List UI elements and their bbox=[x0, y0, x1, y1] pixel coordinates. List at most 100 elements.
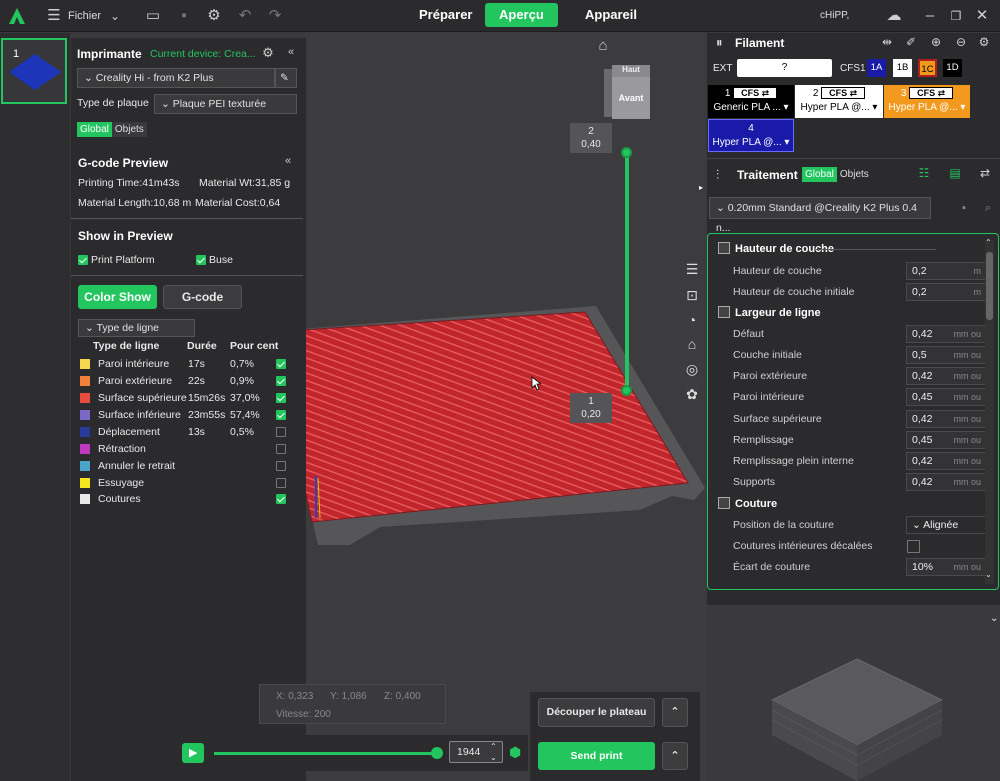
scroll-up-icon[interactable]: ⌃ bbox=[985, 238, 992, 247]
process-profile-select[interactable]: ⌄ 0.20mm Standard @Creality K2 Plus 0.4 … bbox=[709, 197, 931, 234]
send-options-button[interactable]: ⌃ bbox=[662, 742, 688, 770]
save-profile-icon[interactable]: ▪ bbox=[954, 198, 974, 218]
process-swap-icon[interactable]: ⇄ bbox=[975, 163, 995, 183]
home-view-icon[interactable]: ⌂ bbox=[593, 36, 613, 56]
filament-settings-icon[interactable]: ⚙ bbox=[974, 32, 994, 52]
ext-slot[interactable]: ? bbox=[737, 59, 832, 77]
setting-input[interactable]: 0,45 mm ou bbox=[906, 388, 986, 406]
redo-icon[interactable]: ↷ bbox=[265, 6, 285, 26]
cfs-slot-1d[interactable]: 1D bbox=[943, 59, 962, 77]
setting-input[interactable]: 0,42 mm ou bbox=[906, 452, 986, 470]
view-cube[interactable]: Haut Avant bbox=[604, 65, 650, 119]
process-scope-global[interactable]: Global bbox=[802, 167, 837, 182]
restore-icon[interactable]: ❐ bbox=[946, 6, 966, 26]
move-slider-track[interactable] bbox=[214, 752, 438, 755]
legend-checkbox[interactable] bbox=[276, 478, 286, 488]
layers-stack-icon[interactable]: ⬢ bbox=[509, 744, 521, 761]
filament-slot-2[interactable]: 2 CFS ⇄ Hyper PLA @... ▾ bbox=[795, 85, 883, 118]
line-type-select[interactable]: ⌄ Type de ligne bbox=[78, 319, 195, 337]
user-name[interactable]: cHiPP, bbox=[820, 10, 849, 21]
expand-right-icon[interactable]: ▸ bbox=[699, 183, 703, 192]
filament-slot-1[interactable]: 1 CFS ⇄ Generic PLA ... ▾ bbox=[708, 85, 794, 118]
legend-checkbox[interactable] bbox=[276, 494, 286, 504]
printer-settings-icon[interactable]: ⚙ bbox=[258, 43, 278, 63]
process-list-icon[interactable]: ☷ bbox=[914, 163, 934, 183]
legend-checkbox[interactable] bbox=[276, 376, 286, 386]
close-icon[interactable]: ✕ bbox=[972, 6, 992, 26]
setting-input[interactable]: 0,42 mm ou bbox=[906, 473, 986, 491]
undo-icon[interactable]: ↶ bbox=[235, 6, 255, 26]
filament-sync-icon[interactable]: ⇹ bbox=[877, 32, 897, 52]
add-filament-icon[interactable]: ⊕ bbox=[926, 32, 946, 52]
spinner-icon[interactable]: ⌃ ⌄ bbox=[490, 741, 497, 763]
seam-position-select[interactable]: ⌄ Alignée bbox=[906, 516, 986, 534]
collapse-icon[interactable]: « bbox=[288, 46, 294, 58]
legend-checkbox[interactable] bbox=[276, 427, 286, 437]
collapse-thumbnail-icon[interactable]: ⌄ bbox=[990, 613, 998, 624]
move-slider-handle[interactable] bbox=[431, 747, 443, 759]
process-scope-objects[interactable]: Objets bbox=[837, 167, 872, 182]
layer-bottom-handle[interactable] bbox=[621, 385, 632, 396]
print-platform-checkbox[interactable]: Print Platform bbox=[78, 254, 178, 268]
filament-slot-4[interactable]: 4 Hyper PLA @... ▾ bbox=[708, 119, 794, 152]
save-icon[interactable]: ▪ bbox=[174, 6, 194, 26]
move-value-input[interactable]: 1944 ⌃ ⌄ bbox=[449, 741, 503, 763]
plate-thumbnail[interactable]: 1 bbox=[1, 38, 67, 104]
tab-device[interactable]: Appareil bbox=[571, 3, 651, 27]
print-bed-preview[interactable] bbox=[306, 33, 706, 781]
play-button[interactable]: ▶ bbox=[182, 743, 204, 763]
cloud-upload-icon[interactable]: ☁ bbox=[884, 6, 904, 26]
seam-tool-icon[interactable]: ◎ bbox=[680, 358, 704, 380]
color-show-button[interactable]: Color Show bbox=[78, 285, 157, 309]
scroll-down-icon[interactable]: ⌄ bbox=[985, 570, 992, 579]
scope-objects[interactable]: Objets bbox=[111, 122, 147, 137]
tab-prepare[interactable]: Préparer bbox=[405, 3, 486, 27]
setting-input[interactable]: 0,42 mm ou bbox=[906, 367, 986, 385]
settings-scrollbar[interactable]: ⌃ ⌄ bbox=[985, 238, 994, 584]
open-folder-icon[interactable]: ▭ bbox=[143, 6, 163, 26]
cfs-slot-1a[interactable]: 1A bbox=[867, 59, 886, 77]
printer-select[interactable]: ⌄ Creality Hi - from K2 Plus bbox=[77, 68, 275, 88]
gcode-button[interactable]: G-code bbox=[163, 285, 242, 309]
cube-side-face[interactable] bbox=[604, 69, 612, 117]
filament-slot-3[interactable]: 3 CFS ⇄ Hyper PLA @... ▾ bbox=[884, 85, 970, 118]
setting-input[interactable]: 0,42 mm ou bbox=[906, 325, 986, 343]
gear-icon[interactable]: ⚙ bbox=[204, 6, 224, 26]
plate-type-select[interactable]: ⌄ Plaque PEI texturée bbox=[154, 94, 297, 114]
search-icon[interactable]: ⌕ bbox=[978, 198, 998, 218]
setting-input[interactable]: 10% mm ou bbox=[906, 558, 986, 576]
cfs-slot-1b[interactable]: 1B bbox=[893, 59, 912, 77]
legend-checkbox[interactable] bbox=[276, 393, 286, 403]
setting-input[interactable]: 0,45 mm ou bbox=[906, 431, 986, 449]
speed-gauge-tool-icon[interactable]: ◔ bbox=[680, 309, 704, 331]
legend-checkbox[interactable] bbox=[276, 461, 286, 471]
setting-input[interactable]: 0,2 m bbox=[906, 283, 986, 301]
send-print-button[interactable]: Send print bbox=[538, 742, 655, 770]
arrange-tool-icon[interactable]: ✿ bbox=[680, 383, 704, 405]
support-tool-icon[interactable]: ⌂ bbox=[680, 333, 704, 355]
layers-tool-icon[interactable]: ☰ bbox=[680, 258, 704, 280]
legend-checkbox[interactable] bbox=[276, 359, 286, 369]
remove-filament-icon[interactable]: ⊖ bbox=[951, 32, 971, 52]
process-compare-icon[interactable]: ▤ bbox=[945, 163, 965, 183]
filament-edit-icon[interactable]: ✐ bbox=[901, 32, 921, 52]
setting-input[interactable]: 0,5 mm ou bbox=[906, 346, 986, 364]
layer-slider-track[interactable] bbox=[625, 153, 629, 391]
slice-plate-button[interactable]: Découper le plateau bbox=[538, 698, 655, 727]
bounding-box-tool-icon[interactable]: ⊡ bbox=[680, 284, 704, 306]
legend-checkbox[interactable] bbox=[276, 444, 286, 454]
scope-global[interactable]: Global bbox=[77, 122, 112, 137]
minimize-icon[interactable]: – bbox=[920, 6, 940, 26]
setting-input[interactable]: 0,2 m bbox=[906, 262, 986, 280]
cfs-slot-1c[interactable]: 1C bbox=[918, 59, 937, 77]
edit-printer-button[interactable]: ✎ bbox=[275, 68, 297, 88]
setting-input[interactable]: 0,42 mm ou bbox=[906, 410, 986, 428]
nozzle-checkbox[interactable]: Buse bbox=[196, 254, 256, 268]
file-menu[interactable]: ☰ Fichier ⌄ bbox=[44, 6, 125, 26]
cube-front-face[interactable]: Avant bbox=[612, 77, 650, 119]
layer-top-handle[interactable] bbox=[621, 147, 632, 158]
cube-top-face[interactable]: Haut bbox=[612, 65, 650, 77]
staggered-seams-checkbox[interactable] bbox=[907, 540, 920, 553]
collapse-preview-icon[interactable]: « bbox=[285, 155, 291, 167]
slice-options-button[interactable]: ⌃ bbox=[662, 698, 688, 727]
